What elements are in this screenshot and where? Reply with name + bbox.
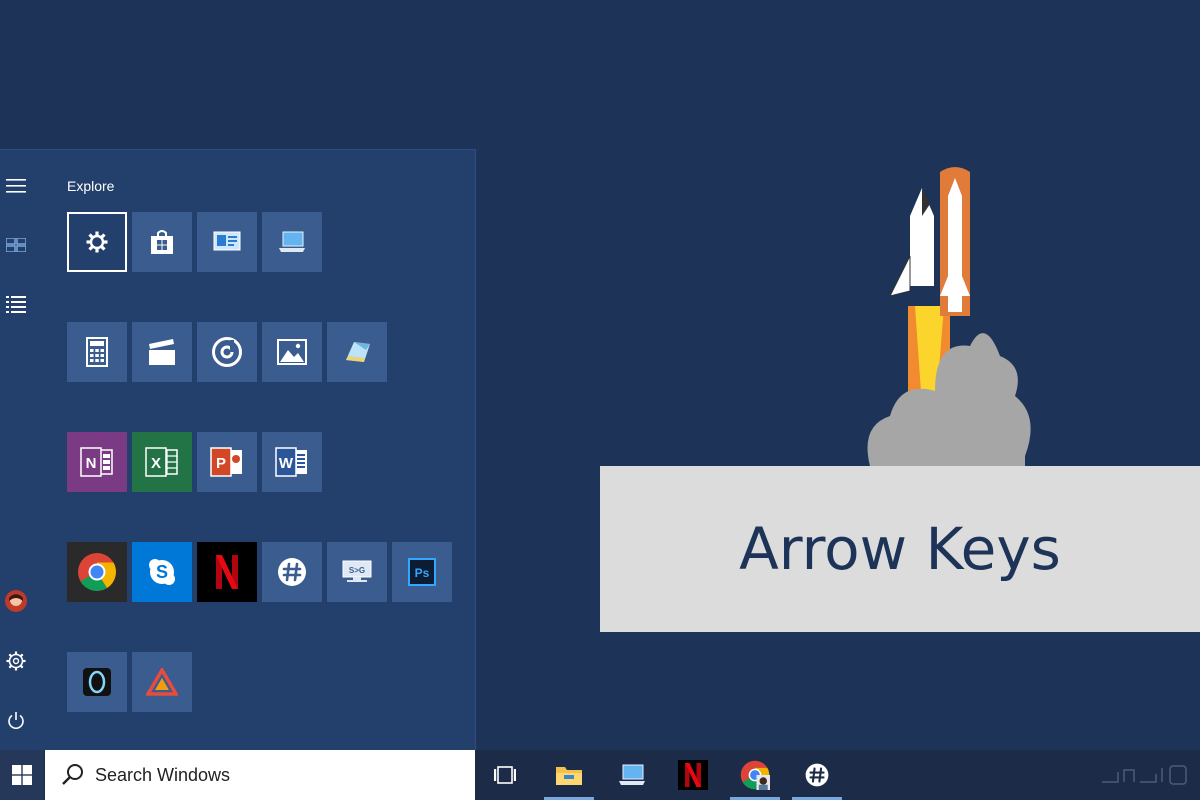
svg-text:X: X xyxy=(151,455,161,472)
calculator-tile[interactable] xyxy=(67,322,127,382)
slack-button[interactable] xyxy=(792,750,842,800)
chrome-tile[interactable] xyxy=(67,542,127,602)
task-view-icon xyxy=(494,766,516,784)
svg-text:S>G: S>G xyxy=(349,566,365,575)
onenote-icon: N xyxy=(80,447,113,477)
search-input[interactable]: Search Windows xyxy=(45,750,475,800)
chrome-icon xyxy=(78,553,116,591)
svg-text:W: W xyxy=(279,455,294,472)
chrome-icon xyxy=(740,760,770,790)
contact-tile[interactable] xyxy=(197,212,257,272)
powerpoint-tile[interactable]: P xyxy=(197,432,257,492)
overlay-card: Arrow Keys xyxy=(600,466,1200,632)
start-menu-rail xyxy=(0,150,32,750)
triangle-app-tile[interactable] xyxy=(132,652,192,712)
maps-tile[interactable] xyxy=(327,322,387,382)
remote-tile[interactable]: S>G xyxy=(327,542,387,602)
word-icon: W xyxy=(275,447,307,477)
music-disc-icon xyxy=(212,337,242,367)
store-bag-icon xyxy=(151,230,173,254)
overlay-title: Arrow Keys xyxy=(739,515,1061,583)
photos-tile[interactable] xyxy=(262,322,322,382)
tile-group-title: Explore xyxy=(67,178,115,194)
photo-icon xyxy=(277,339,307,365)
store-tile[interactable] xyxy=(132,212,192,272)
all-apps-list-icon[interactable] xyxy=(3,292,29,318)
clapperboard-icon xyxy=(149,339,175,365)
powerpoint-icon: P xyxy=(210,447,242,477)
search-icon xyxy=(62,764,83,785)
slack-icon xyxy=(278,558,306,586)
svg-text:N: N xyxy=(86,455,97,472)
contact-card-icon xyxy=(213,231,241,251)
power-icon[interactable] xyxy=(3,708,29,734)
watermark-logo-icon xyxy=(1102,765,1187,785)
skype-icon: S xyxy=(149,559,175,585)
netflix-tile[interactable] xyxy=(197,542,257,602)
settings-tile[interactable] xyxy=(67,212,127,272)
connect-tile[interactable] xyxy=(262,212,322,272)
onenote-tile[interactable]: N xyxy=(67,432,127,492)
photoshop-icon: Ps xyxy=(408,558,436,586)
map-icon xyxy=(346,342,370,362)
slack-icon xyxy=(805,763,829,787)
taskbar: Search Windows xyxy=(0,750,1200,800)
excel-tile[interactable]: X xyxy=(132,432,192,492)
this-pc-button[interactable] xyxy=(607,750,657,800)
tiles-view-icon[interactable] xyxy=(3,232,29,258)
svg-text:Ps: Ps xyxy=(415,566,430,580)
start-menu: Explore N X P W S S>G Ps xyxy=(0,149,476,750)
gear-icon xyxy=(86,231,108,253)
movies-tile[interactable] xyxy=(132,322,192,382)
start-button[interactable] xyxy=(0,750,44,800)
calculator-icon xyxy=(86,337,108,367)
remote-display-icon: S>G xyxy=(342,560,372,582)
ring-icon xyxy=(83,668,111,696)
settings-gear-icon[interactable] xyxy=(3,648,29,674)
netflix-icon xyxy=(216,555,238,589)
svg-text:P: P xyxy=(216,455,226,472)
rocket-illustration-icon xyxy=(867,167,1031,466)
windows-logo-icon xyxy=(12,765,32,785)
laptop-icon xyxy=(279,231,305,252)
chrome-button[interactable] xyxy=(730,750,780,800)
this-pc-icon xyxy=(619,764,645,785)
netflix-button[interactable] xyxy=(668,750,718,800)
slack-tile[interactable] xyxy=(262,542,322,602)
excel-icon: X xyxy=(145,447,178,477)
skype-tile[interactable]: S xyxy=(132,542,192,602)
file-explorer-icon xyxy=(556,767,582,785)
cortana-tile[interactable] xyxy=(67,652,127,712)
netflix-icon xyxy=(678,760,708,790)
task-view-button[interactable] xyxy=(480,750,530,800)
user-avatar-icon[interactable] xyxy=(3,588,29,614)
file-explorer-button[interactable] xyxy=(544,750,594,800)
triangle-icon xyxy=(146,668,178,696)
hamburger-menu-icon[interactable] xyxy=(3,173,29,199)
groove-music-tile[interactable] xyxy=(197,322,257,382)
search-placeholder: Search Windows xyxy=(95,764,231,785)
photoshop-tile[interactable]: Ps xyxy=(392,542,452,602)
word-tile[interactable]: W xyxy=(262,432,322,492)
svg-text:S: S xyxy=(156,562,168,582)
